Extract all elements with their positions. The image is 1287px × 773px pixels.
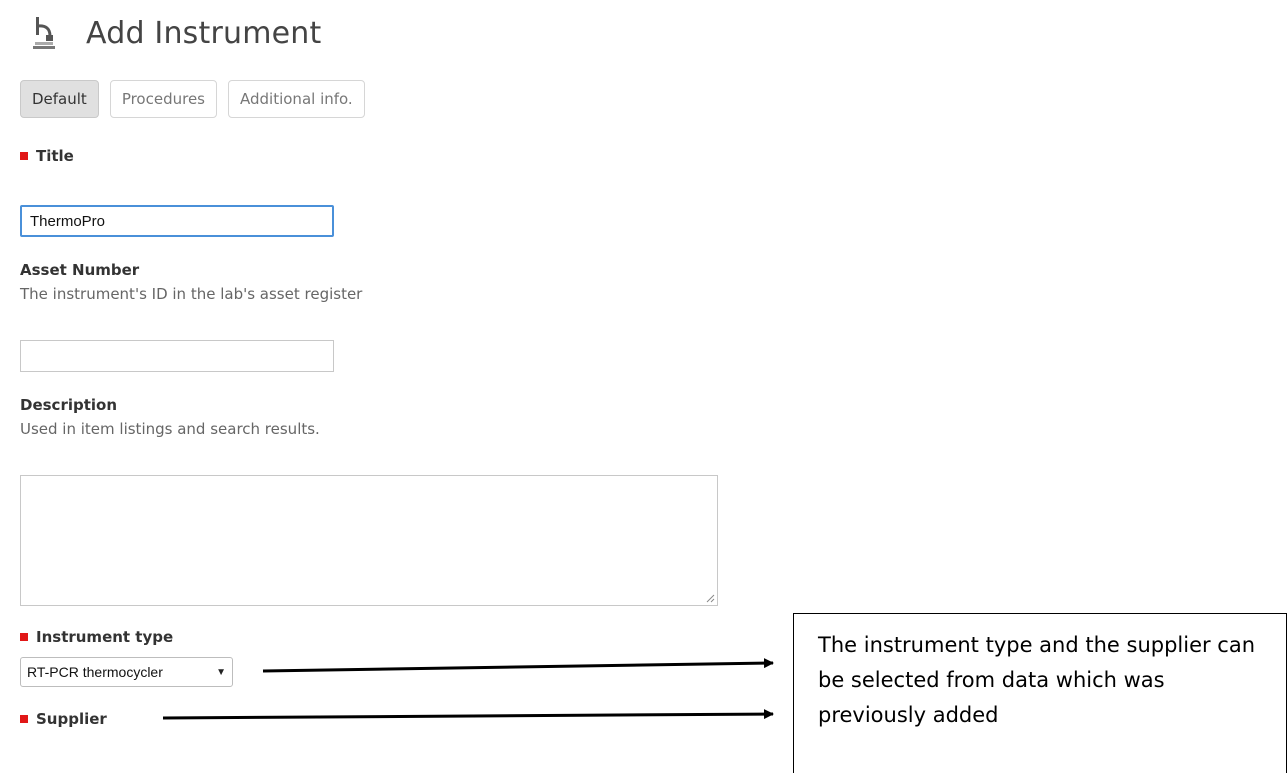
title-input[interactable]	[20, 205, 334, 237]
tab-bar: Default Procedures Additional info.	[20, 80, 365, 118]
microscope-icon	[30, 16, 58, 50]
page-title: Add Instrument	[86, 15, 322, 51]
arrow-supplier	[162, 709, 774, 720]
asset-number-help: The instrument's ID in the lab's asset r…	[20, 285, 363, 303]
chevron-down-icon: ▼	[216, 666, 226, 678]
annotation-callout: The instrument type and the supplier can…	[793, 613, 1287, 773]
instrument-type-label-text: Instrument type	[36, 628, 174, 646]
required-marker	[20, 715, 28, 723]
resize-grip-icon[interactable]	[706, 594, 715, 603]
instrument-type-label: Instrument type	[20, 628, 173, 646]
title-label-text: Title	[36, 147, 74, 165]
asset-number-label: Asset Number	[20, 261, 140, 279]
instrument-type-select[interactable]: RT-PCR thermocycler ▼	[20, 657, 233, 687]
page-header: Add Instrument	[30, 10, 321, 56]
supplier-label-text: Supplier	[36, 710, 107, 728]
tab-procedures[interactable]: Procedures	[109, 80, 217, 118]
supplier-label: Supplier	[20, 710, 107, 728]
arrow-instrument-type	[262, 658, 774, 673]
required-marker	[20, 633, 28, 641]
required-marker	[20, 152, 28, 160]
description-help: Used in item listings and search results…	[20, 420, 320, 438]
description-textarea[interactable]	[20, 475, 718, 606]
title-label: Title	[20, 147, 74, 165]
instrument-type-selected: RT-PCR thermocycler	[27, 664, 163, 680]
description-label: Description	[20, 396, 118, 414]
annotation-text: The instrument type and the supplier can…	[818, 633, 1256, 727]
tab-additional-info[interactable]: Additional info.	[228, 80, 365, 118]
asset-number-input[interactable]	[20, 340, 334, 372]
tab-default[interactable]: Default	[20, 80, 99, 118]
